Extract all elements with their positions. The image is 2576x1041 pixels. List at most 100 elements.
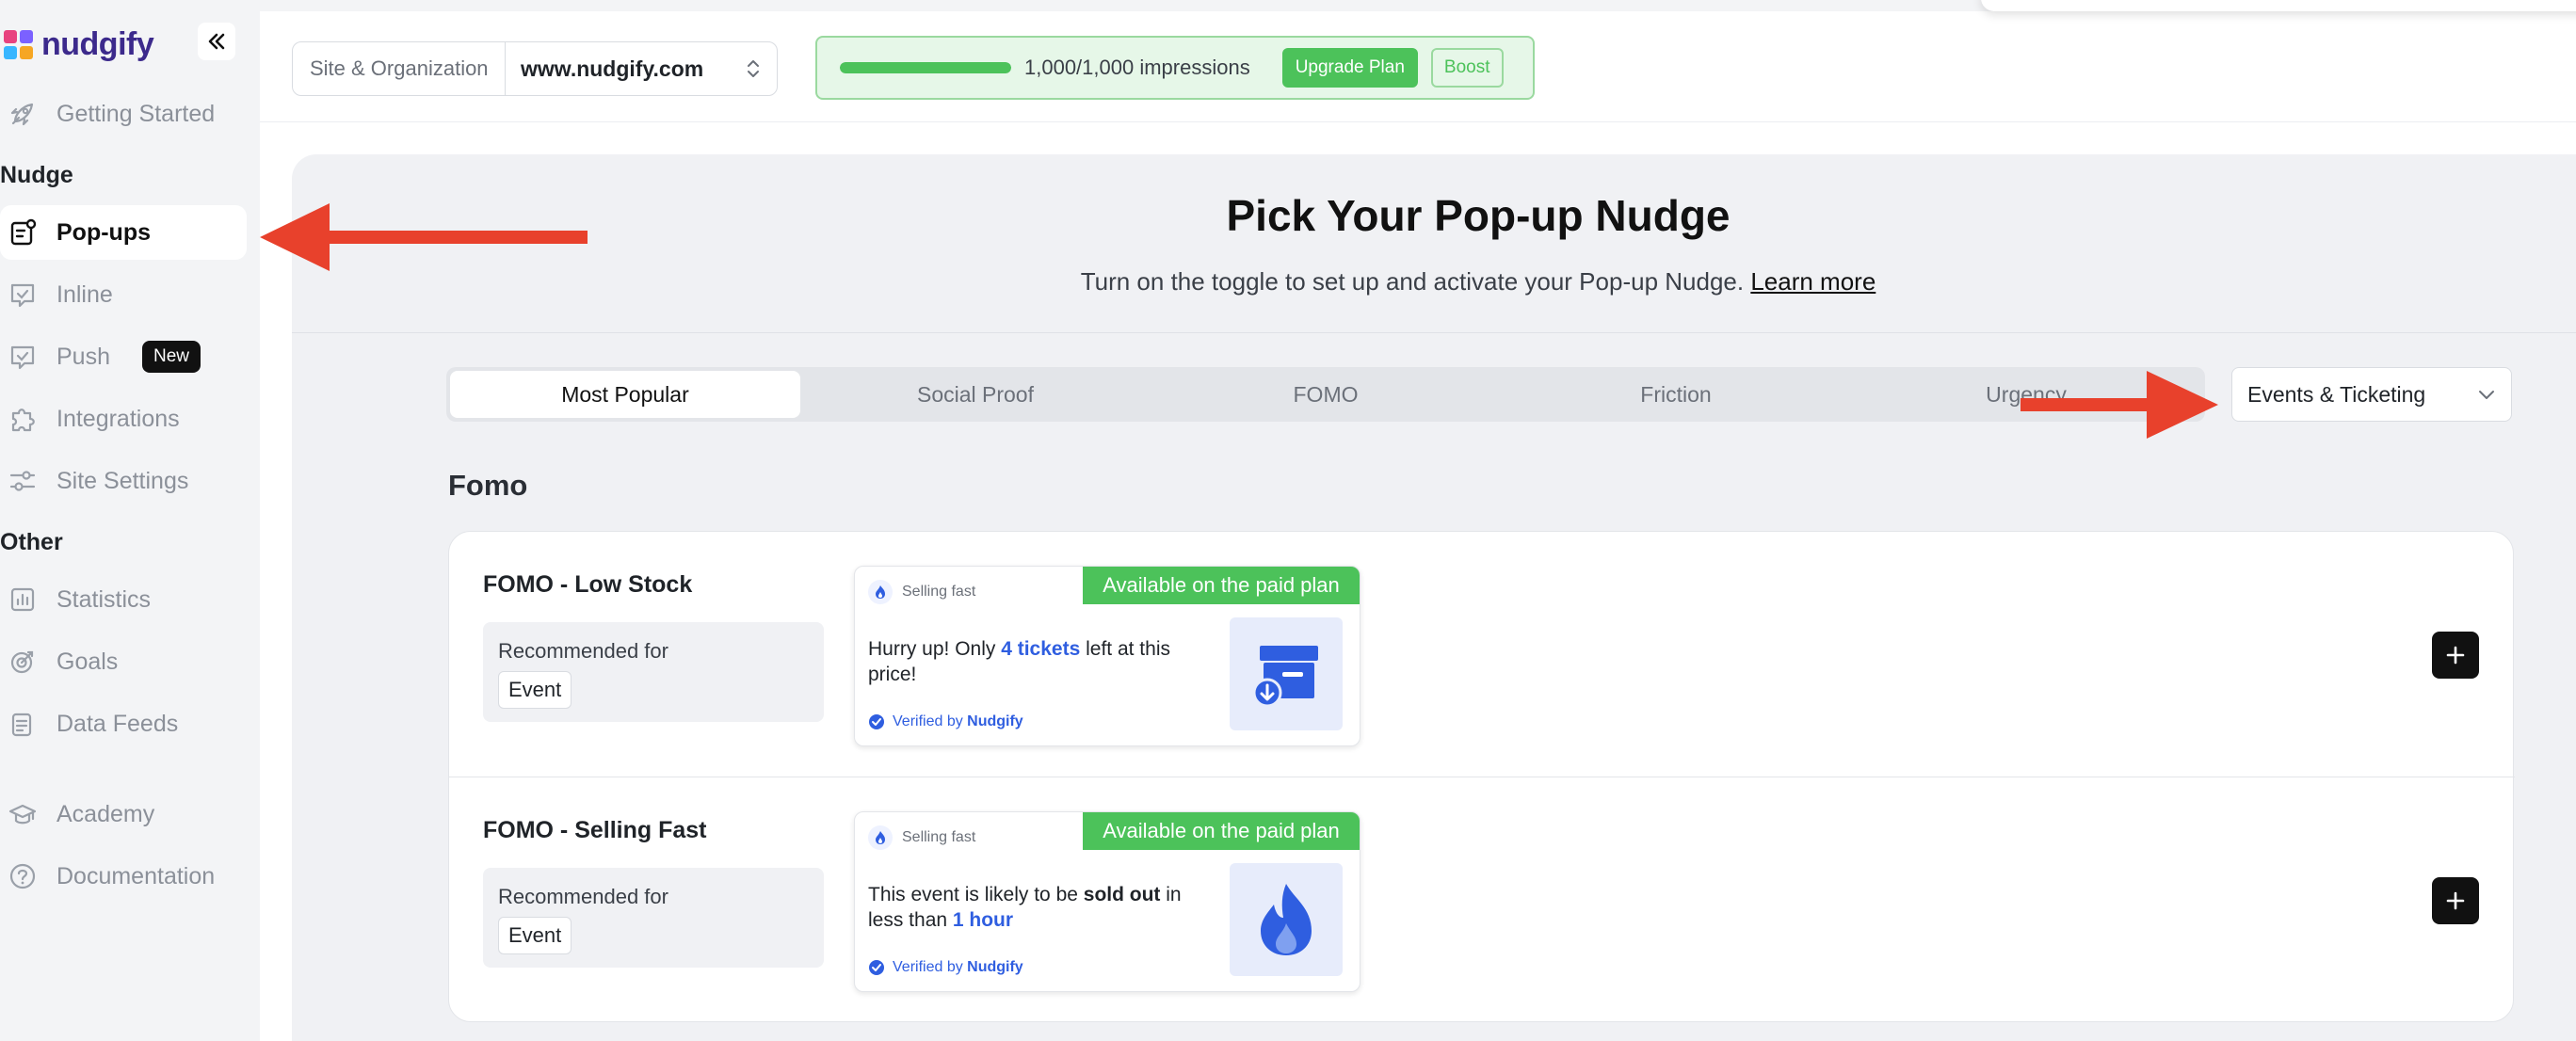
sidebar-item-site-settings[interactable]: Site Settings [0,454,247,508]
logo[interactable]: nudgify [4,26,154,63]
subtitle-text: Turn on the toggle to set up and activat… [1080,267,1745,296]
recommended-box: Recommended for Event [483,868,824,968]
sidebar-item-integrations[interactable]: Integrations [0,392,247,446]
impressions-progress-bar [840,62,1011,73]
inline-icon [6,278,40,312]
preview-header-text: Selling fast [902,829,976,845]
page-title: Pick Your Pop-up Nudge [1226,191,1731,240]
popover-edge [1981,0,2576,11]
verified-prefix: Verified by [893,713,968,729]
hero: Pick Your Pop-up Nudge Turn on the toggl… [292,154,2576,333]
sidebar-item-inline[interactable]: Inline [0,267,247,322]
sidebar-item-statistics[interactable]: Statistics [0,572,247,627]
sidebar-item-goals[interactable]: Goals [0,634,247,689]
msg-bold: sold out [1083,884,1161,905]
site-select-label: Site & Organization [293,42,506,95]
sidebar-item-label: Getting Started [56,100,216,127]
ticket-box-icon [1230,617,1343,730]
preview-header: Selling fast [868,580,975,604]
nudge-title: FOMO - Selling Fast [483,817,707,843]
add-nudge-button[interactable] [2432,632,2479,679]
nudge-title: FOMO - Low Stock [483,571,693,598]
plus-icon [2446,891,2465,910]
add-nudge-button[interactable] [2432,877,2479,924]
category-tabs: Most Popular Social Proof FOMO Friction … [446,367,2205,422]
sidebar-item-label: Integrations [56,405,180,432]
upgrade-plan-button[interactable]: Upgrade Plan [1281,48,1418,88]
sliders-icon [6,464,40,498]
tab-friction[interactable]: Friction [1501,371,1851,418]
tab-social-proof[interactable]: Social Proof [800,371,1151,418]
flame-icon [868,580,893,604]
msg-highlight: 1 hour [952,909,1014,931]
check-circle-icon [869,960,884,975]
recommended-tag: Event [498,671,572,709]
sidebar-item-documentation[interactable]: Documentation [0,849,247,904]
plus-icon [2446,646,2465,665]
paid-plan-badge: Available on the paid plan [1083,567,1360,604]
new-badge: New [141,341,201,373]
check-circle-icon [869,714,884,729]
sidebar-item-label: Goals [56,648,119,675]
section-label-nudge: Nudge [0,162,73,188]
flame-icon [1230,863,1343,976]
recommended-tag: Event [498,917,572,954]
industry-select[interactable]: Events & Ticketing [2231,367,2512,422]
logo-icon [4,29,34,60]
annotation-arrow-right-icon [2021,371,2218,439]
popup-icon [6,216,40,249]
nudge-preview: Selling fast Available on the paid plan … [854,811,1360,992]
sidebar-item-popups[interactable]: Pop-ups [0,205,247,260]
brand-name: nudgify [41,26,154,62]
target-icon [6,645,40,679]
recommended-label: Recommended for [498,885,668,908]
sidebar-item-getting-started[interactable]: Getting Started [0,87,247,141]
impressions-text: 1,000/1,000 impressions [1024,56,1250,79]
msg-highlight: 4 tickets [1001,638,1081,660]
sidebar-item-label: Statistics [56,585,152,613]
msg-part: Hurry up! Only [868,638,1002,660]
sidebar-item-label: Push [56,343,110,370]
double-chevron-left-icon [208,33,225,50]
puzzle-icon [6,402,40,436]
impressions-banner: 1,000/1,000 impressions Upgrade Plan Boo… [815,36,1535,100]
site-value-text: www.nudgify.com [521,56,704,81]
sidebar-item-label: Site Settings [56,467,189,494]
page-subtitle: Turn on the toggle to set up and activat… [292,267,2576,296]
feed-icon [6,707,40,741]
verified-by: Verified by Nudgify [868,713,1023,730]
verified-by: Verified by Nudgify [868,959,1023,976]
sidebar-item-academy[interactable]: Academy [0,787,247,841]
site-organization-select[interactable]: Site & Organization www.nudgify.com [292,41,778,96]
sidebar-item-label: Pop-ups [56,218,151,246]
learn-more-link[interactable]: Learn more [1750,267,1876,296]
nudge-card-list: FOMO - Low Stock Recommended for Event S… [448,531,2515,1022]
help-circle-icon [6,859,40,893]
preview-message: Hurry up! Only 4 tickets left at this pr… [868,636,1207,687]
topbar: Site & Organization www.nudgify.com 1,00… [260,0,2576,122]
annotation-arrow-left-icon [260,203,588,271]
chevron-updown-icon [748,60,759,77]
msg-part: This event is likely to be [868,884,1084,905]
verified-brand: Nudgify [967,959,1023,975]
tab-most-popular[interactable]: Most Popular [450,371,800,418]
recommended-label: Recommended for [498,639,668,663]
preview-header-text: Selling fast [902,584,976,600]
boost-button[interactable]: Boost [1430,48,1504,88]
tab-fomo[interactable]: FOMO [1151,371,1501,418]
main-panel: Pick Your Pop-up Nudge Turn on the toggl… [292,154,2576,1041]
nudge-card: FOMO - Low Stock Recommended for Event S… [449,532,2515,777]
verified-brand: Nudgify [967,713,1023,729]
recommended-box: Recommended for Event [483,622,824,722]
sidebar-item-push[interactable]: Push New [0,329,247,384]
sidebar-item-data-feeds[interactable]: Data Feeds [0,697,247,751]
paid-plan-badge: Available on the paid plan [1083,812,1360,850]
sidebar-item-label: Data Feeds [56,710,179,737]
chevron-down-icon [2479,391,2494,399]
sidebar: nudgify Getting Started Nudge Pop-ups In… [0,0,260,1041]
graduation-cap-icon [6,797,40,831]
site-select-value[interactable]: www.nudgify.com [506,42,777,95]
chart-icon [6,583,40,617]
nudge-preview: Selling fast Available on the paid plan … [854,566,1360,746]
collapse-sidebar-button[interactable] [198,23,235,60]
